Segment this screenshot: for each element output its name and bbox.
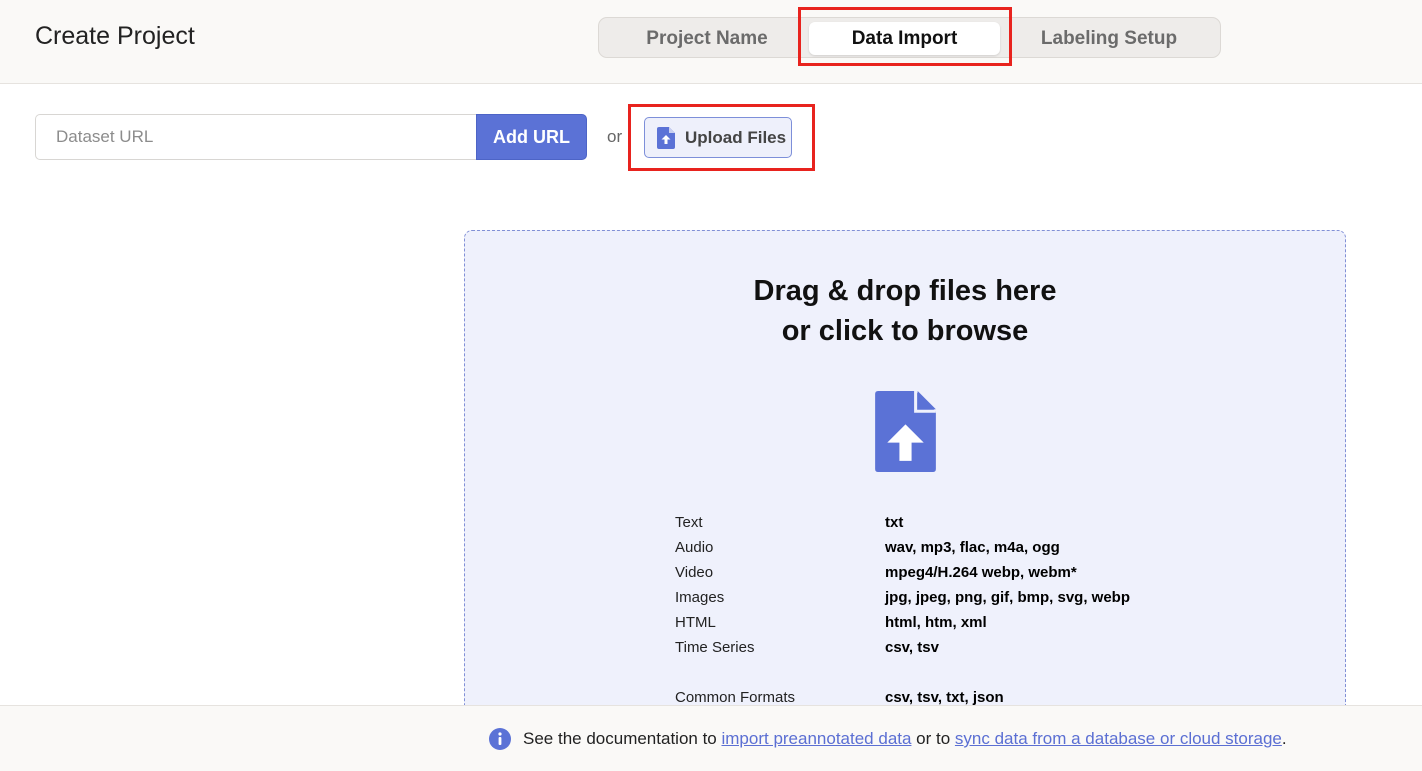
header: Create Project Project Name Data Import … — [0, 0, 1422, 84]
info-icon — [489, 728, 511, 750]
format-extensions: csv, tsv — [885, 639, 939, 656]
tab-data-import[interactable]: Data Import — [809, 22, 1000, 55]
format-extensions: txt — [885, 514, 904, 531]
format-extensions: mpeg4/H.264 webp, webm* — [885, 564, 1077, 581]
format-type: Text — [675, 514, 703, 531]
format-extensions: jpg, jpeg, png, gif, bmp, svg, webp — [885, 589, 1130, 606]
footer-help-text: See the documentation to import preannot… — [523, 729, 1287, 749]
file-upload-icon — [657, 127, 675, 149]
footer-text-middle: or to — [911, 729, 955, 748]
format-extensions: wav, mp3, flac, m4a, ogg — [885, 539, 1060, 556]
footer: See the documentation to import preannot… — [0, 705, 1422, 771]
add-url-button[interactable]: Add URL — [476, 114, 587, 160]
tab-project-name[interactable]: Project Name — [607, 22, 807, 55]
sync-data-link[interactable]: sync data from a database or cloud stora… — [955, 729, 1282, 748]
format-type: Video — [675, 564, 714, 581]
format-type: HTML — [675, 614, 716, 631]
or-separator: or — [607, 127, 623, 146]
create-project-page: Create Project Project Name Data Import … — [0, 0, 1422, 771]
format-type: Images — [675, 589, 725, 606]
step-tabs: Project Name Data Import Labeling Setup — [598, 17, 1221, 58]
dataset-url-input[interactable] — [35, 114, 477, 160]
format-type: Time Series — [675, 639, 755, 656]
page-title: Create Project — [35, 22, 195, 50]
tab-labeling-setup[interactable]: Labeling Setup — [1004, 22, 1214, 55]
file-upload-icon — [875, 391, 936, 472]
import-preannotated-data-link[interactable]: import preannotated data — [721, 729, 911, 748]
format-type: Audio — [675, 539, 714, 556]
footer-text-before: See the documentation to — [523, 729, 722, 748]
dropzone-title-line2: or click to browse — [781, 315, 1029, 347]
upload-files-label: Upload Files — [685, 128, 787, 147]
dropzone-title-line1: Drag & drop files here — [753, 275, 1057, 307]
upload-files-button[interactable]: Upload Files — [644, 117, 792, 158]
format-extensions: html, htm, xml — [885, 614, 987, 631]
footer-text-after: . — [1281, 729, 1287, 748]
file-dropzone[interactable]: Drag & drop files here or click to brows… — [464, 230, 1346, 770]
